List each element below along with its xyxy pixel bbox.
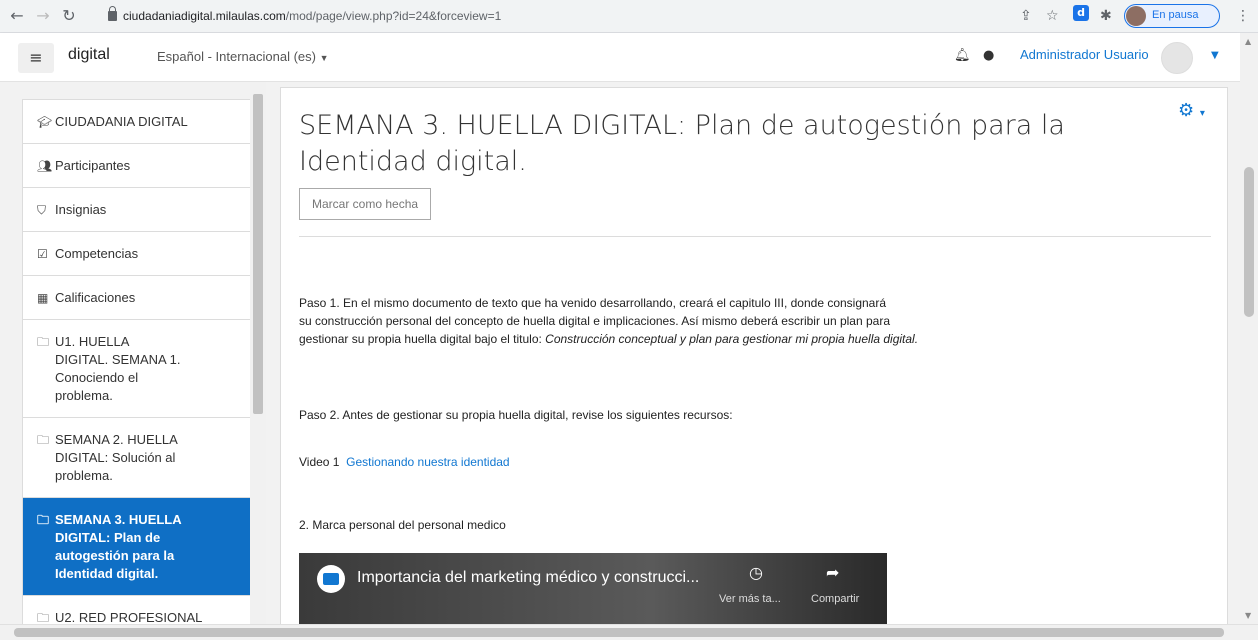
drawer-item-participants[interactable]: 👥︎ Participantes: [23, 144, 259, 188]
language-menu[interactable]: Español - Internacional (es) ▼: [157, 49, 329, 64]
folder-icon: 🗀: [37, 513, 50, 527]
step1-line2: su construcción personal del concepto de…: [299, 314, 890, 328]
horizontal-scrollbar[interactable]: [0, 624, 1258, 640]
lock-icon: [108, 6, 117, 21]
drawer-item-grades[interactable]: ▦ Calificaciones: [23, 276, 259, 320]
video1-line: Video 1 Gestionando nuestra identidad: [299, 453, 510, 471]
drawer-item-course[interactable]: 🎓︎ CIUDADANIA DIGITAL: [23, 100, 259, 144]
menu-toggle-icon[interactable]: ≡: [18, 43, 54, 73]
scroll-up-icon[interactable]: ▲: [1245, 37, 1251, 46]
reload-icon[interactable]: ↻: [58, 5, 80, 27]
forward-icon[interactable]: →: [32, 5, 54, 27]
extensions-puzzle-icon[interactable]: ✱: [1100, 6, 1112, 26]
drawer-item-u1[interactable]: 🗀 U1. HUELLA DIGITAL. SEMANA 1. Conociend…: [23, 320, 259, 418]
share-label[interactable]: Compartir: [811, 593, 859, 605]
divider: [299, 236, 1211, 237]
drawer-item-label: U1. HUELLA DIGITAL. SEMANA 1. Conociendo…: [55, 334, 181, 403]
step2-paragraph: Paso 2. Antes de gestionar su propia hue…: [299, 408, 733, 422]
drawer-scrollbar[interactable]: [250, 82, 266, 624]
nav-drawer: 🎓︎ CIUDADANIA DIGITAL 👥︎ Participantes ⛉ In…: [0, 82, 260, 640]
user-menu-name[interactable]: Administrador Usuario: [1020, 47, 1149, 62]
browser-menu-icon[interactable]: ⋮: [1236, 6, 1250, 26]
drawer-item-label: SEMANA 3. HUELLA DIGITAL: Plan de autoge…: [55, 512, 182, 581]
chat-icon[interactable]: ●: [983, 48, 994, 63]
graduation-cap-icon: 🎓︎: [37, 115, 53, 129]
url-path: /mod/page/view.php?id=24&forceview=1: [285, 9, 502, 23]
folder-icon: 🗀: [37, 433, 50, 447]
drawer-item-label: Competencias: [55, 246, 139, 261]
drawer-item-semana3[interactable]: 🗀 SEMANA 3. HUELLA DIGITAL: Plan de autog…: [23, 498, 259, 596]
profile-avatar: [1126, 6, 1146, 26]
step1-line3: gestionar su propia huella digital bajo …: [299, 330, 918, 348]
bookmark-star-icon[interactable]: ☆: [1046, 6, 1059, 26]
step1-italic-title: Construcción conceptual y plan para gest…: [545, 332, 919, 346]
share-arrow-icon[interactable]: ➦: [826, 563, 839, 582]
pause-label: En pausa: [1152, 9, 1199, 21]
step3-paragraph: 2. Marca personal del personal medico: [299, 518, 506, 532]
drawer-scroll-thumb[interactable]: [253, 94, 263, 414]
gear-icon[interactable]: ⚙ ▾: [1178, 100, 1205, 121]
site-navbar: ≡ digital Español - Internacional (es) ▼…: [0, 33, 1240, 82]
profile-paused-button[interactable]: En pausa: [1124, 4, 1220, 28]
drawer-item-semana2[interactable]: 🗀 SEMANA 2. HUELLA DIGITAL: Solución al p…: [23, 418, 259, 498]
drawer-item-badges[interactable]: ⛉ Insignias: [23, 188, 259, 232]
url-host: ciudadaniadigital.milaulas.com: [123, 9, 286, 23]
video-title[interactable]: Importancia del marketing médico y const…: [357, 569, 699, 587]
page-card: SEMANA 3. HUELLA DIGITAL: Plan de autoge…: [280, 87, 1228, 633]
window-scrollbar[interactable]: ▲ ▼: [1240, 33, 1258, 624]
window-scroll-thumb[interactable]: [1244, 167, 1254, 317]
site-brand[interactable]: digital: [68, 46, 110, 64]
shield-icon: ⛉: [37, 203, 47, 217]
drawer-item-label: Participantes: [55, 158, 131, 173]
folder-icon: 🗀: [37, 335, 50, 349]
user-caret-icon[interactable]: ▼: [1211, 50, 1219, 61]
drawer-item-label: Insignias: [55, 202, 107, 217]
drawer-item-label: SEMANA 2. HUELLA DIGITAL: Solución al pr…: [55, 432, 178, 483]
page-title: SEMANA 3. HUELLA DIGITAL: Plan de autoge…: [299, 110, 1065, 177]
bell-icon[interactable]: 🔔︎: [954, 48, 971, 63]
share-page-icon[interactable]: ⇪: [1020, 6, 1032, 26]
table-icon: ▦: [37, 291, 49, 305]
scroll-down-icon[interactable]: ▼: [1245, 611, 1251, 620]
caret-down-icon: ▼: [319, 53, 329, 63]
step1-paragraph: Paso 1. En el mismo documento de texto q…: [299, 294, 918, 348]
clock-icon[interactable]: ◷: [749, 563, 763, 582]
step1-line1: Paso 1. En el mismo documento de texto q…: [299, 296, 887, 310]
video1-link[interactable]: Gestionando nuestra identidad: [346, 455, 509, 469]
horizontal-scroll-thumb[interactable]: [14, 628, 1224, 637]
language-label: Español - Internacional (es): [157, 49, 316, 64]
drawer-list: 🎓︎ CIUDADANIA DIGITAL 👥︎ Participantes ⛉ In…: [22, 99, 260, 640]
back-icon[interactable]: ←: [6, 5, 28, 27]
checkbox-icon: ☑: [37, 247, 48, 261]
mark-done-button[interactable]: Marcar como hecha: [299, 188, 432, 220]
video1-label: Video 1: [299, 455, 340, 469]
extension-d-icon[interactable]: d: [1073, 5, 1089, 21]
address-bar[interactable]: ciudadaniadigital.milaulas.com/mod/page/…: [108, 4, 968, 29]
video-thumbnail: [299, 553, 887, 633]
drawer-item-label: Calificaciones: [55, 290, 136, 305]
users-icon: 👥︎: [37, 159, 53, 173]
user-avatar[interactable]: [1161, 42, 1193, 74]
embedded-video[interactable]: Importancia del marketing médico y const…: [299, 553, 887, 633]
browser-toolbar: ← → ↻ ciudadaniadigital.milaulas.com/mod…: [0, 0, 1258, 33]
step1-line3-text: gestionar su propia huella digital bajo …: [299, 332, 546, 346]
drawer-item-competencies[interactable]: ☑ Competencias: [23, 232, 259, 276]
channel-logo-icon[interactable]: [317, 565, 345, 593]
watch-later-label[interactable]: Ver más ta...: [719, 593, 781, 605]
drawer-item-label: CIUDADANIA DIGITAL: [55, 114, 188, 129]
